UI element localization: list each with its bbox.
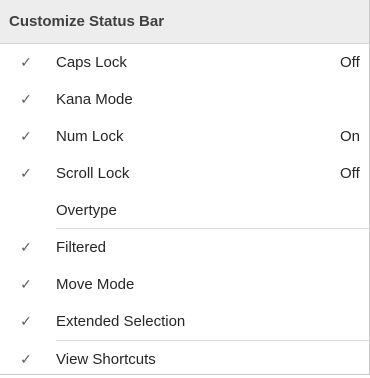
menu-item-value: On: [340, 128, 361, 145]
checkmark-icon: ✓: [20, 276, 32, 292]
menu-item-view-shortcuts[interactable]: ✓ View Shortcuts: [0, 341, 369, 378]
checkmark-icon: ✓: [20, 128, 32, 144]
customize-status-bar-menu: Customize Status Bar ✓ Caps Lock Off ✓ K…: [0, 0, 370, 375]
checkmark-icon: ✓: [20, 91, 32, 107]
menu-item-filtered[interactable]: ✓ Filtered: [0, 229, 369, 266]
menu-item-label: Kana Mode: [56, 91, 133, 108]
checkmark-icon: ✓: [20, 239, 32, 255]
menu-header: Customize Status Bar: [0, 0, 369, 44]
menu-item-label: Filtered: [56, 239, 107, 256]
menu-item-caps-lock[interactable]: ✓ Caps Lock Off: [0, 44, 369, 81]
menu-item-extended-selection[interactable]: ✓ Extended Selection: [0, 303, 369, 340]
menu-item-label: Scroll Lock: [56, 165, 130, 182]
menu-item-value: Off: [340, 54, 360, 71]
checkmark-icon: ✓: [20, 351, 32, 367]
menu-title: Customize Status Bar: [9, 13, 165, 30]
menu-item-move-mode[interactable]: ✓ Move Mode: [0, 266, 369, 303]
menu-item-overtype[interactable]: Overtype: [0, 192, 369, 228]
menu-item-label: Extended Selection: [56, 313, 186, 330]
menu-item-label: Caps Lock: [56, 54, 127, 71]
checkmark-icon: ✓: [20, 313, 32, 329]
menu-item-value: Off: [340, 165, 360, 182]
menu-item-scroll-lock[interactable]: ✓ Scroll Lock Off: [0, 155, 369, 192]
checkmark-icon: ✓: [20, 165, 32, 181]
menu-item-kana-mode[interactable]: ✓ Kana Mode: [0, 81, 369, 118]
checkmark-icon: ✓: [20, 54, 32, 70]
menu-item-label: Move Mode: [56, 276, 135, 293]
menu-item-label: Num Lock: [56, 128, 124, 145]
menu-item-label: View Shortcuts: [56, 351, 156, 368]
menu-item-num-lock[interactable]: ✓ Num Lock On: [0, 118, 369, 155]
menu-item-label: Overtype: [56, 201, 117, 219]
